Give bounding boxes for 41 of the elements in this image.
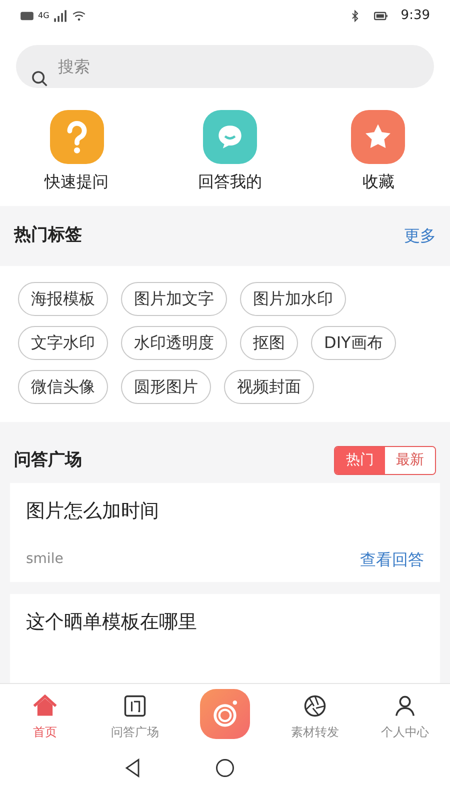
question-card[interactable]: 图片怎么加时间 smile 查看回答: [10, 483, 440, 582]
chat-icon[interactable]: [202, 110, 257, 164]
sort-tab[interactable]: 最新: [385, 447, 435, 474]
view-answers-link[interactable]: 查看回答: [360, 548, 424, 572]
home-circle-icon[interactable]: [214, 757, 236, 779]
search-icon: [30, 69, 50, 89]
tag-chip[interactable]: 抠图: [240, 326, 298, 360]
author-name: smile: [26, 550, 64, 569]
star-icon[interactable]: [351, 110, 406, 164]
question-card[interactable]: 这个晒单模板在哪里: [10, 594, 440, 683]
shortcut-label[interactable]: 收藏: [362, 170, 394, 194]
shortcut-label[interactable]: 回答我的: [198, 170, 262, 194]
section-title: 问答广场: [14, 448, 82, 472]
question-title: 这个晒单模板在哪里: [26, 610, 198, 634]
tag-chip[interactable]: 文字水印: [18, 326, 108, 360]
tag-chip[interactable]: 水印透明度: [121, 326, 227, 360]
tag-chip[interactable]: 视频封面: [224, 370, 314, 404]
aperture-icon: [302, 692, 328, 718]
question-icon[interactable]: [50, 110, 104, 164]
network-label: 4G: [38, 10, 50, 22]
tag-chip[interactable]: DIY画布: [311, 326, 396, 360]
nav-tab[interactable]: 首页: [0, 686, 90, 740]
question-box-icon: [122, 692, 148, 718]
nav-tab[interactable]: 个人中心: [360, 686, 450, 740]
tag-chip[interactable]: 图片加水印: [240, 282, 346, 316]
tag-chip[interactable]: 微信头像: [18, 370, 108, 404]
question-title: 图片怎么加时间: [26, 499, 160, 524]
nav-tab[interactable]: 问答广场: [90, 686, 180, 740]
shortcut-label[interactable]: 快速提问: [44, 170, 109, 194]
tag-chip[interactable]: 海报模板: [18, 282, 108, 316]
more-link[interactable]: 更多: [404, 224, 436, 248]
section-title: 热门标签: [14, 224, 82, 248]
signal-icon: [53, 9, 68, 23]
tag-chip[interactable]: 图片加文字: [121, 282, 227, 316]
wifi-icon: [71, 9, 88, 23]
search-field[interactable]: 搜索: [16, 45, 434, 88]
clock: 9:39: [400, 7, 430, 26]
nav-tab[interactable]: 素材转发: [270, 686, 360, 740]
home-icon: [32, 692, 58, 718]
tag-chip[interactable]: 圆形图片: [121, 370, 211, 404]
camera-button[interactable]: [200, 688, 250, 738]
